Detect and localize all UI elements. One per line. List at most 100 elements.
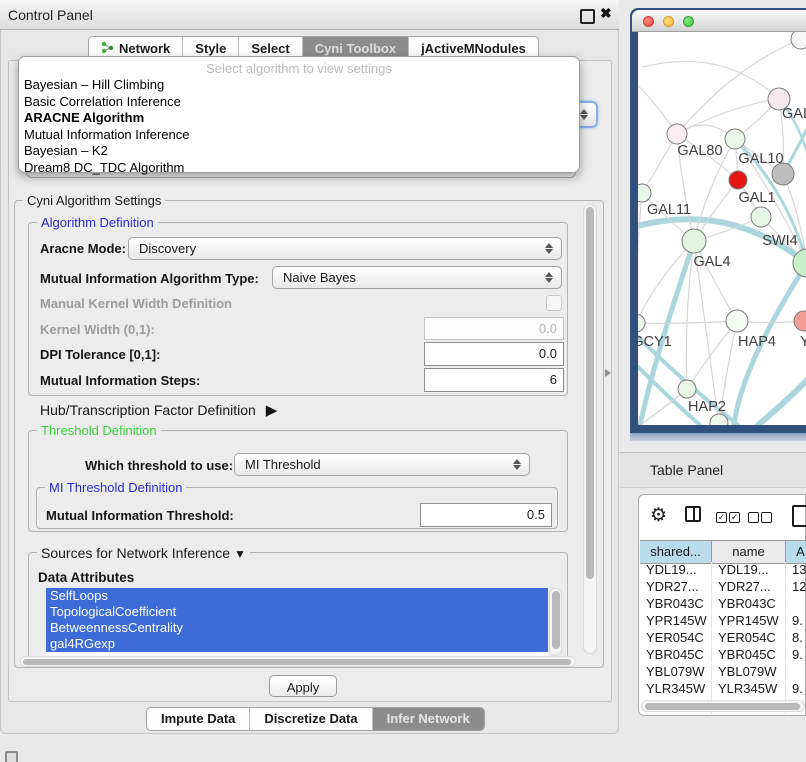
network-edge[interactable] [687, 321, 737, 389]
aracne-mode-combobox[interactable]: Discovery [128, 237, 562, 260]
apply-button[interactable]: Apply [269, 675, 337, 697]
splitter-collapse-icon[interactable] [605, 369, 611, 377]
table-cell[interactable]: YBR043C [712, 596, 786, 612]
table-row[interactable]: YDL19...YDL19...13 [640, 562, 806, 578]
table-cell[interactable]: 8. [786, 630, 806, 646]
network-node[interactable] [725, 129, 745, 149]
table-cell[interactable]: YPR145W [640, 613, 712, 629]
algorithm-option[interactable]: Dream8 DC_TDC Algorithm [19, 160, 579, 177]
table-cell[interactable]: YLR345W [712, 681, 786, 697]
network-node[interactable] [751, 207, 771, 227]
column-header[interactable]: A [786, 541, 806, 563]
table-cell[interactable]: 12 [786, 579, 806, 595]
kernel-width-field[interactable]: 0.0 [424, 317, 564, 340]
hub-section-toggle[interactable]: Hub/Transcription Factor Definition ▶ [40, 401, 277, 419]
network-edge[interactable] [638, 193, 642, 323]
float-window-icon[interactable] [580, 9, 595, 24]
network-node[interactable] [678, 380, 696, 398]
table-row[interactable]: YER054CYER054C8. [640, 630, 806, 646]
tab-discretize-data[interactable]: Discretize Data [250, 708, 372, 730]
settings-horizontal-scrollbar[interactable] [20, 656, 576, 667]
table-cell[interactable]: YBL079W [640, 664, 712, 680]
table-cell[interactable]: YER054C [640, 630, 712, 646]
network-node[interactable] [794, 311, 806, 331]
network-window-titlebar[interactable] [632, 10, 806, 32]
mi-steps-field[interactable]: 6 [424, 368, 564, 392]
dpi-tolerance-field[interactable]: 0.0 [424, 342, 564, 366]
table-row[interactable]: YDR27...YDR27...12 [640, 579, 806, 595]
network-node[interactable] [726, 310, 748, 332]
table-cell[interactable]: 9. [786, 647, 806, 663]
network-edge[interactable] [694, 241, 737, 321]
new-table-icon[interactable] [792, 505, 806, 527]
table-cell[interactable]: YBR045C [712, 647, 786, 663]
network-node[interactable] [729, 171, 747, 189]
tab-impute-data[interactable]: Impute Data [147, 708, 250, 730]
attribute-list-item[interactable]: TopologicalCoefficient [46, 604, 548, 620]
table-cell[interactable]: 9. [786, 613, 806, 629]
algorithm-option[interactable]: ARACNE Algorithm [19, 110, 579, 127]
table-cell[interactable]: YER054C [712, 630, 786, 646]
table-cell[interactable]: YDL19... [712, 562, 786, 578]
network-edge[interactable] [643, 61, 779, 99]
attribute-list-item[interactable]: SelfLoops [46, 588, 548, 604]
table-cell[interactable]: 9. [786, 681, 806, 697]
network-node[interactable] [667, 124, 687, 144]
dock-icon[interactable] [5, 751, 18, 762]
select-all-icon[interactable]: ✓✓ [716, 509, 742, 527]
network-node[interactable] [638, 314, 645, 332]
mi-algorithm-type-combobox[interactable]: Naive Bayes [272, 266, 562, 289]
deselect-all-icon[interactable] [748, 509, 774, 527]
minimize-light-icon[interactable] [663, 16, 674, 27]
data-attributes-list[interactable]: SelfLoopsTopologicalCoefficientBetweenne… [46, 588, 548, 656]
algorithm-option[interactable]: Bayesian – K2 [19, 143, 579, 160]
settings-vertical-scrollbar[interactable] [583, 204, 597, 654]
table-row[interactable]: YBR043CYBR043C [640, 596, 806, 612]
control-panel-titlebar[interactable] [0, 0, 619, 30]
table-row[interactable]: YPR145WYPR145W9. [640, 613, 806, 629]
table-row[interactable]: YLR345WYLR345W9. [640, 681, 806, 697]
mi-threshold-field[interactable]: 0.5 [420, 503, 552, 527]
column-header[interactable]: name [712, 541, 786, 563]
table-cell[interactable]: YBL079W [712, 664, 786, 680]
manual-kernel-checkbox[interactable] [546, 295, 562, 311]
close-light-icon[interactable] [643, 16, 654, 27]
table-cell[interactable]: YBR043C [640, 596, 712, 612]
algorithm-option[interactable]: Mutual Information Inference [19, 127, 579, 144]
table-cell[interactable] [786, 664, 806, 680]
table-cell[interactable]: YLR345W [640, 681, 712, 697]
table-cell[interactable]: YDL19... [640, 562, 712, 578]
table-cell[interactable] [786, 596, 806, 612]
table-cell[interactable]: YDR27... [712, 579, 786, 595]
split-view-icon[interactable] [685, 506, 701, 522]
scrollbar-thumb[interactable] [552, 591, 560, 649]
scrollbar-thumb[interactable] [645, 703, 800, 710]
network-canvas[interactable]: GALGAL80GAL10GAL1GAL11SWI4GAL4GCY1HAP4YH… [638, 32, 806, 425]
close-icon[interactable]: ✖ [600, 5, 612, 22]
gear-icon[interactable]: ⚙ [650, 504, 667, 527]
network-node[interactable] [791, 32, 806, 49]
table-cell[interactable]: 13 [786, 562, 806, 578]
algorithm-option[interactable]: Basic Correlation Inference [19, 94, 579, 111]
sources-toggle[interactable]: Sources for Network Inference ▼ [37, 545, 250, 561]
network-node[interactable] [638, 184, 651, 202]
attribute-list-item[interactable]: gal4RGexp [46, 636, 548, 652]
tab-infer-network[interactable]: Infer Network [373, 708, 484, 730]
table-horizontal-scrollbar[interactable] [641, 700, 805, 712]
network-edge[interactable] [638, 241, 694, 323]
network-edge[interactable] [758, 377, 806, 425]
scrollbar-thumb[interactable] [23, 659, 571, 665]
table-cell[interactable]: YBR045C [640, 647, 712, 663]
zoom-light-icon[interactable] [683, 16, 694, 27]
algorithm-option[interactable]: Bayesian – Hill Climbing [19, 77, 579, 94]
attribute-list-item[interactable]: BetweennessCentrality [46, 620, 548, 636]
network-node[interactable] [682, 229, 706, 253]
table-cell[interactable]: YDR27... [640, 579, 712, 595]
attributes-list-scrollbar[interactable] [549, 588, 562, 656]
table-cell[interactable]: YPR145W [712, 613, 786, 629]
table-row[interactable]: YBL079WYBL079W [640, 664, 806, 680]
column-header[interactable]: shared... [640, 541, 712, 563]
which-threshold-combobox[interactable]: MI Threshold [234, 453, 530, 476]
scrollbar-thumb[interactable] [586, 207, 594, 579]
table-row[interactable]: YBR045CYBR045C9. [640, 647, 806, 663]
